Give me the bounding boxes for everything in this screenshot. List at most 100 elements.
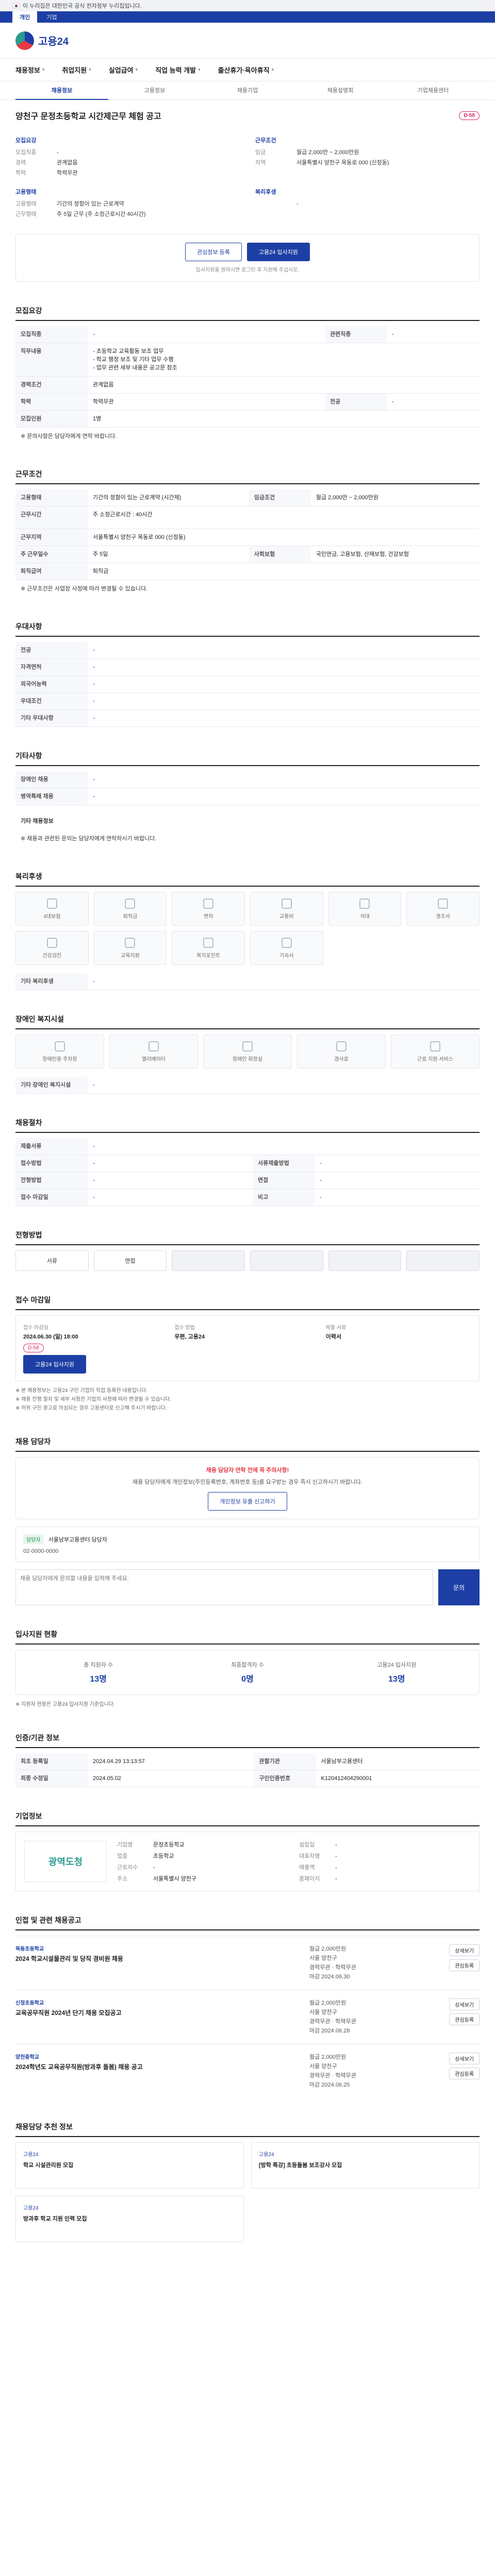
step-empty <box>406 1250 480 1271</box>
list-item: 목동초등학교 2024 학교시설물관리 및 당직 경비원 채용 월급 2,000… <box>15 1936 480 1990</box>
apply-button-bottom[interactable]: 고용24 입사지원 <box>23 1355 87 1374</box>
summary-recruit: 모집요강 모집직종 - 경력 관계없음 학력 학력무관 <box>15 138 78 176</box>
summary-welfare: 복리후생 - <box>255 189 299 207</box>
chevron-down-icon: ▾ <box>271 67 274 72</box>
recommend-section: 채용담당 추천 정보 고용24 학교 시설관리원 모집 고용24 [방학 특강] 초… <box>15 2122 480 2242</box>
severance-icon <box>125 898 136 909</box>
logo-icon[interactable] <box>15 31 34 50</box>
recruit-section: 모집요강 모집직종 - 관련직종 - 직무내용 - 초등학교 교육활동 보조 업무 - … <box>15 306 480 445</box>
nav-item-benefit[interactable]: 실업급여 ▾ <box>109 65 138 75</box>
related-section: 인접 및 관련 채용공고 목동초등학교 2024 학교시설물관리 및 당직 경비… <box>15 1915 480 2098</box>
insurance-icon <box>46 898 57 909</box>
summary-conditions: 근무조건 임금 월급 2,000만 ~ 2,000만원 지역 서울특별시 양천구 목… <box>255 138 389 166</box>
recruit-table: 모집직종 - 관련직종 - 직무내용 - 초등학교 교육활동 보조 업무 - 학교 행정… <box>15 326 480 428</box>
welfare-item: 4대보험 <box>15 892 89 926</box>
welfare-item: 교육지원 <box>93 931 167 965</box>
dday-badge: D-58 <box>459 111 480 120</box>
cta-box: 관심정보 등록 고용24 입사지원 입사지원을 원하시면 로그인 후 지원해 주… <box>15 234 480 282</box>
welfare-item: 기숙사 <box>250 931 323 965</box>
view-button[interactable]: 상세보기 <box>449 1998 480 2010</box>
report-button[interactable]: 개인정보 유출 신고하기 <box>208 1492 287 1511</box>
bus-icon <box>281 898 292 909</box>
view-button[interactable]: 상세보기 <box>449 2053 480 2064</box>
scrap-button[interactable]: 관심등록 <box>449 2067 480 2079</box>
welfare-section: 복리후생 4대보험 퇴직금 연차 교통비 식대 경조사 건강검진 교육지원 복지… <box>15 871 480 990</box>
scrap-button[interactable]: 관심등록 <box>449 1959 480 1971</box>
recruit-note: ※ 문의사항은 담당자에게 연락 바랍니다. <box>21 433 117 439</box>
home-icon <box>281 937 292 948</box>
list-item: 신정초등학교 교육공무직원 2024년 단기 채용 모집공고 월급 2,000만… <box>15 1990 480 2044</box>
subtab-center[interactable]: 기업채용센터 <box>387 81 480 100</box>
top-tabs: 개인 기업 <box>0 11 495 23</box>
page-bottom-space <box>15 2242 480 2397</box>
tab-personal[interactable]: 개인 <box>12 11 38 23</box>
nav-item-jobs[interactable]: 채용정보 ▾ <box>15 65 44 75</box>
gift-icon <box>438 898 449 909</box>
welfare-item: 퇴직금 <box>93 892 167 926</box>
gov-banner: 이 누리집은 대한민국 공식 전자정부 누리집입니다. <box>0 0 495 11</box>
cta-note: 입사지원을 원하시면 로그인 후 지원해 주십시오. <box>195 267 300 273</box>
tab-company[interactable]: 기업 <box>39 11 64 23</box>
scrap-button[interactable]: 관심정보 등록 <box>185 243 242 261</box>
ramp-icon <box>336 1041 346 1052</box>
point-icon <box>203 937 214 948</box>
steps-section: 전형방법 서류 면접 <box>15 1230 480 1271</box>
company-section: 기업정보 광역도청 기업명 문정초등학교 설립일 - 업종 초등학교 대표자명 - 근로… <box>15 1811 480 1891</box>
support-icon <box>430 1041 440 1052</box>
welfare-item: 연차 <box>172 892 245 926</box>
logo-text[interactable]: 고용24 <box>38 33 69 48</box>
welfare-item: 교통비 <box>250 892 323 926</box>
header: 고용24 <box>0 23 495 59</box>
section-title: 모집요강 <box>15 306 480 321</box>
job-summary: 모집요강 모집직종 - 경력 관계없음 학력 학력무관 근무조건 임금 월급 2,000… <box>15 136 480 229</box>
contact-section: 채용 담당자 채용 담당자 연락 전에 꼭 주의사항! 채용 담당자에게 개인정… <box>15 1436 480 1605</box>
apply-button[interactable]: 고용24 입사지원 <box>246 243 310 261</box>
chevron-down-icon: ▾ <box>42 67 45 72</box>
other-table: 장애인 채용 - 병역특례 채용 - <box>15 771 480 805</box>
qualification-table: 전공 - 자격면허 - 외국어능력 - 우대조건 - 기타 우대사항 - <box>15 642 480 727</box>
welfare-item: 복지포인트 <box>172 931 245 965</box>
warning-icon: 채용 담당자 연락 전에 꼭 주의사항! <box>206 1467 289 1473</box>
stats-section: 입사지원 현황 총 지원자 수 13명 최종합격자 수 0명 고용24 입사지원 13… <box>15 1629 480 1709</box>
nav-item-support[interactable]: 취업지원 ▾ <box>62 65 91 75</box>
welfare-item: 경조사 <box>406 892 480 926</box>
parking-icon <box>55 1041 65 1052</box>
welfare-item: 식대 <box>328 892 402 926</box>
scrap-button[interactable]: 관심등록 <box>449 2013 480 2025</box>
step-empty <box>328 1250 402 1271</box>
info-section: 인증/기관 정보 최초 등록일 2024.04.29 13:13:57 관할기관 서울… <box>15 1733 480 1787</box>
step-document: 서류 <box>15 1250 89 1271</box>
company-logo: 광역도청 <box>24 1841 107 1882</box>
summary-employment: 고용형태 고용형태 기간의 정함이 있는 근로계약 근무형태 주 5일 근무 (주 … <box>15 189 146 217</box>
send-inquiry-button[interactable]: 문의 <box>438 1569 480 1605</box>
meal-icon <box>359 898 370 909</box>
welfare-item: 건강검진 <box>15 931 89 965</box>
chevron-down-icon: ▾ <box>89 67 91 72</box>
view-button[interactable]: 상세보기 <box>449 1944 480 1956</box>
step-interview: 면접 <box>93 1250 167 1271</box>
elevator-icon <box>148 1041 159 1052</box>
disability-section: 장애인 복지시설 장애인용 주차장 엘리베이터 장애인 화장실 경사로 근로 지… <box>15 1014 480 1094</box>
welfare-grid: 4대보험 퇴직금 연차 교통비 식대 경조사 건강검진 교육지원 복지포인트 기… <box>15 892 480 965</box>
step-empty <box>172 1250 245 1271</box>
list-item: 양천중학교 2024학년도 교육공무직원(방과후 돌봄) 채용 공고 월급 2,… <box>15 2044 480 2098</box>
recommend-card[interactable]: 고용24 학교 시설관리원 모집 <box>15 2142 244 2189</box>
nav-item-training[interactable]: 직업 능력 개발 ▾ <box>155 65 201 75</box>
subtab-jobs[interactable]: 채용정보 <box>15 81 108 100</box>
chevron-down-icon: ▾ <box>198 67 201 72</box>
subtab-employment[interactable]: 고용정보 <box>108 81 201 100</box>
apply-section: 접수 마감일 접수 마감일 2024.06.30 (일) 18:00 D-58 고… <box>15 1295 480 1413</box>
subtab-fairs[interactable]: 채용설명회 <box>294 81 387 100</box>
nav-item-leave[interactable]: 출산휴가·육아휴직 ▾ <box>218 65 274 75</box>
inquiry-input[interactable] <box>15 1569 433 1605</box>
korea-flag-icon <box>12 3 20 8</box>
recommend-card[interactable]: 고용24 [방학 특강] 초등돌봄 보조강사 모집 <box>251 2142 480 2189</box>
education-icon <box>125 937 136 948</box>
qualification-section: 우대사항 전공 - 자격면허 - 외국어능력 - 우대조건 - 기타 우대사항 - <box>15 621 480 727</box>
chevron-down-icon: ▾ <box>135 67 138 72</box>
subtab-companies[interactable]: 채용기업 <box>201 81 294 100</box>
recommend-card[interactable]: 고용24 방과후 학교 지원 인력 모집 <box>15 2196 244 2242</box>
condition-table: 고용형태 기간의 정함이 있는 근로계약 (시간제) 임금조건 월급 2,000만 ~… <box>15 489 480 580</box>
other-section: 기타사항 장애인 채용 - 병역특례 채용 - 기타 채용정보 ※ 채용과 관련된 … <box>15 751 480 848</box>
restroom-icon <box>242 1041 253 1052</box>
